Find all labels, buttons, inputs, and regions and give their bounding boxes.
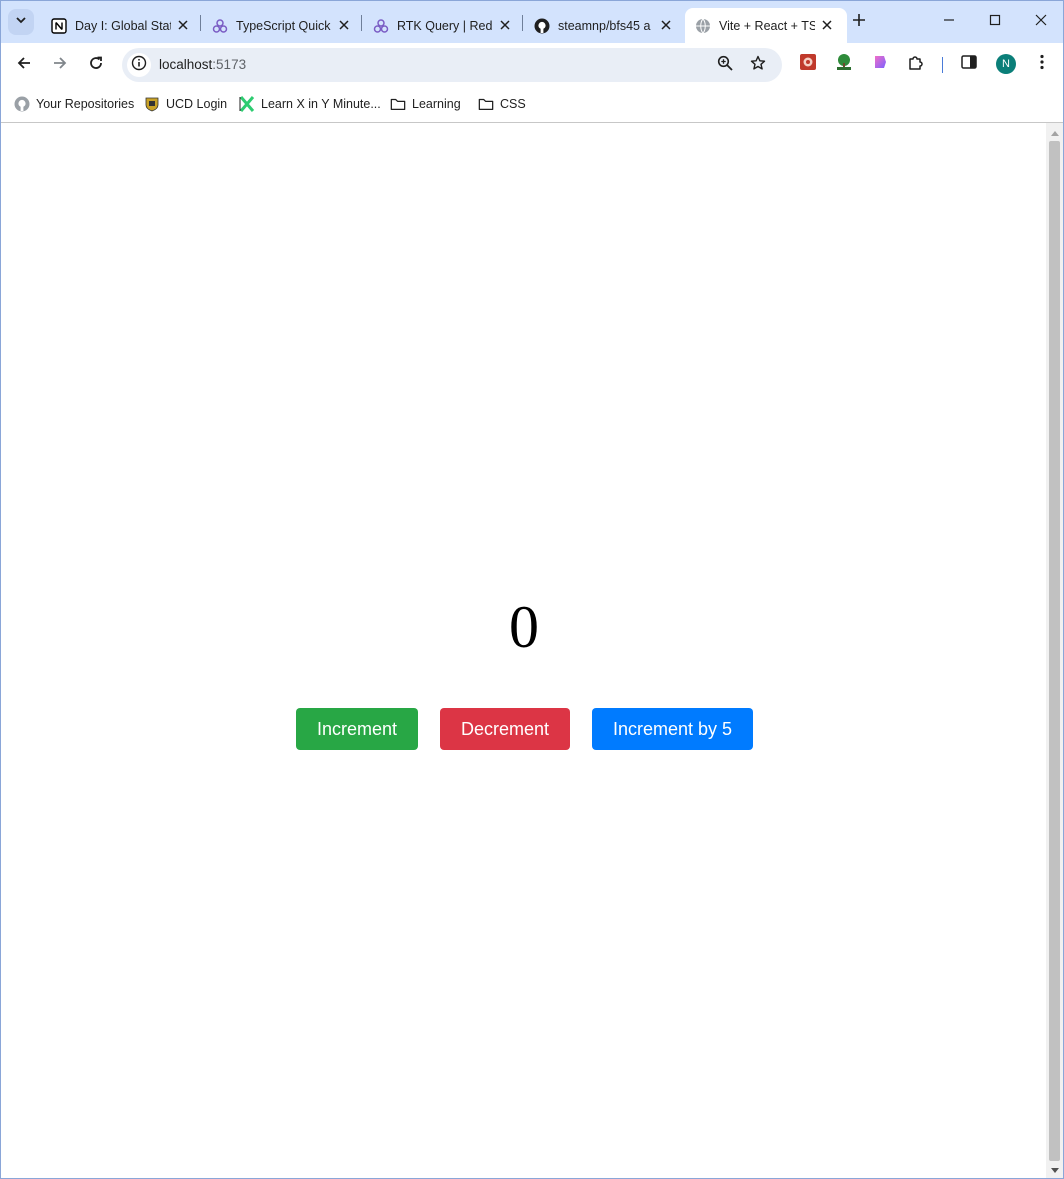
redux-icon: [373, 18, 389, 34]
gradient-extension-icon: [871, 53, 889, 76]
globe-icon: [695, 18, 711, 34]
tab-rtk-query[interactable]: RTK Query | Redu: [363, 8, 525, 43]
bookmark-your-repositories[interactable]: Your Repositories: [14, 94, 134, 114]
extensions-menu-button[interactable]: [906, 54, 926, 74]
extension-button[interactable]: [870, 54, 890, 74]
tab-title: steamnp/bfs45 a: [558, 18, 651, 33]
reload-button[interactable]: [84, 53, 108, 77]
x-icon: [239, 96, 255, 112]
zoom-button[interactable]: [714, 54, 736, 76]
side-panel-icon: [960, 53, 978, 76]
arrow-right-icon: [52, 55, 68, 76]
minimize-button[interactable]: [938, 11, 960, 33]
forward-button[interactable]: [48, 53, 72, 77]
address-url: localhost:5173: [159, 57, 246, 72]
notion-icon: [51, 17, 67, 34]
info-icon: [131, 55, 147, 76]
increment-button[interactable]: Increment: [296, 708, 418, 750]
caret-down-icon: [1050, 1161, 1059, 1179]
folder-icon: [390, 96, 406, 112]
counter-value: 0: [509, 594, 539, 660]
github-icon: [534, 18, 550, 34]
close-icon: [1035, 13, 1047, 31]
close-icon[interactable]: [175, 17, 191, 33]
profile-avatar[interactable]: N: [996, 54, 1016, 74]
side-panel-button[interactable]: [959, 54, 979, 74]
browser-window: Day I: Global Stat TypeScript Quick RTK …: [0, 0, 1064, 1179]
more-vertical-icon: [1033, 53, 1051, 76]
tab-title: TypeScript Quick: [236, 18, 331, 33]
bookmark-label: UCD Login: [166, 97, 228, 111]
extension-button[interactable]: [798, 53, 818, 76]
toolbar-divider: [942, 57, 943, 73]
tab-vite-react-ts[interactable]: Vite + React + TS: [685, 8, 847, 43]
close-icon[interactable]: [819, 17, 835, 33]
tab-title: RTK Query | Redu: [397, 18, 493, 33]
tab-separator: [200, 15, 201, 31]
increment-by-5-button[interactable]: Increment by 5: [592, 708, 753, 750]
close-icon[interactable]: [497, 17, 513, 33]
close-icon[interactable]: [336, 17, 352, 33]
close-window-button[interactable]: [1030, 11, 1052, 33]
puzzle-icon: [907, 53, 925, 76]
bookmark-folder-learning[interactable]: Learning: [390, 94, 461, 114]
page-viewport: 0 Increment Decrement Increment by 5: [2, 123, 1046, 1178]
github-icon: [14, 96, 30, 112]
chevron-down-icon: [15, 13, 27, 31]
bookmark-learn-x-in-y[interactable]: Learn X in Y Minute...: [239, 94, 381, 114]
close-icon[interactable]: [658, 17, 674, 33]
ucd-icon: [144, 96, 160, 112]
bookmark-label: Your Repositories: [36, 97, 135, 111]
scrollbar-thumb[interactable]: [1049, 141, 1060, 1161]
vertical-scrollbar[interactable]: [1046, 123, 1063, 1178]
redux-icon: [212, 18, 228, 34]
tab-strip: Day I: Global Stat TypeScript Quick RTK …: [1, 1, 1063, 43]
tab-separator: [522, 15, 523, 31]
browser-toolbar: localhost:5173 N: [1, 43, 1063, 87]
tab-title: Vite + React + TS: [719, 18, 815, 33]
tab-title: Day I: Global Stat: [75, 18, 171, 33]
bookmark-ucd-login[interactable]: UCD Login: [144, 94, 227, 114]
browser-menu-button[interactable]: [1032, 54, 1052, 74]
bookmark-folder-css[interactable]: CSS: [478, 94, 526, 114]
zoom-icon: [717, 55, 733, 76]
reload-icon: [88, 55, 104, 76]
back-button[interactable]: [12, 53, 36, 77]
new-tab-button[interactable]: [849, 12, 869, 32]
folder-icon: [478, 96, 494, 112]
tab-day-global-stat[interactable]: Day I: Global Stat: [41, 8, 203, 43]
bookmark-star-button[interactable]: [747, 54, 769, 76]
tab-steamnp-bfs45[interactable]: steamnp/bfs45 a: [524, 8, 686, 43]
site-info-button[interactable]: [127, 53, 151, 77]
address-bar[interactable]: localhost:5173: [122, 48, 782, 82]
url-host: localhost: [159, 57, 213, 72]
bookmark-label: Learn X in Y Minute...: [261, 97, 381, 111]
url-port: :5173: [212, 57, 247, 72]
scroll-down-button[interactable]: [1046, 1161, 1063, 1178]
caret-up-icon: [1050, 123, 1059, 141]
tab-search-button[interactable]: [8, 9, 34, 35]
extension-button[interactable]: [834, 53, 854, 76]
bookmark-label: Learning: [412, 97, 461, 111]
bookmarks-bar: Your Repositories UCD Login Learn X in Y…: [1, 87, 1063, 123]
arrow-left-icon: [16, 55, 32, 76]
tab-typescript-quick[interactable]: TypeScript Quick: [202, 8, 364, 43]
plus-icon: [852, 13, 866, 32]
tab-separator: [361, 15, 362, 31]
star-icon: [750, 55, 766, 76]
decrement-button[interactable]: Decrement: [440, 708, 570, 750]
minimize-icon: [943, 13, 955, 31]
puzzle-game-extension-icon: [799, 53, 817, 76]
maximize-icon: [989, 13, 1001, 31]
tree-extension-icon: [835, 53, 853, 76]
scroll-up-button[interactable]: [1046, 123, 1063, 140]
maximize-button[interactable]: [984, 11, 1006, 33]
bookmark-label: CSS: [500, 97, 526, 111]
